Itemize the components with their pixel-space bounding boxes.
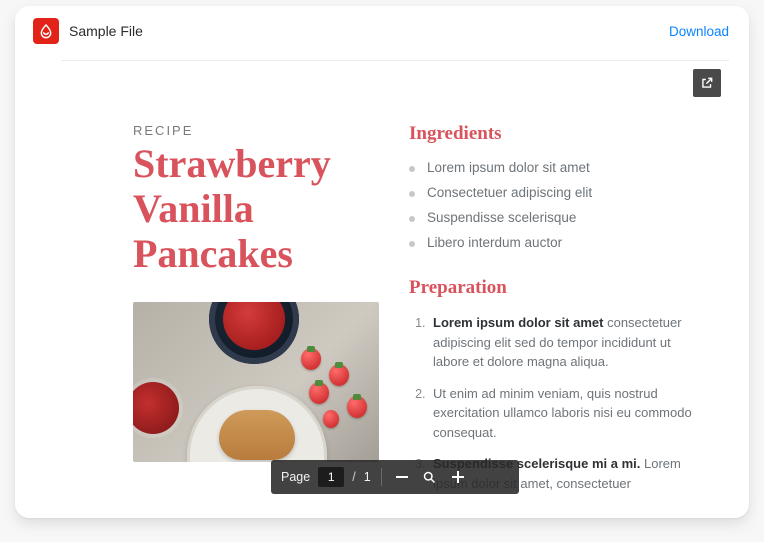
list-item: Libero interdum auctor <box>409 230 701 255</box>
download-link[interactable]: Download <box>669 24 729 39</box>
list-item: Lorem ipsum dolor sit amet consectetuer … <box>429 309 701 380</box>
recipe-eyebrow: RECIPE <box>133 123 379 138</box>
ingredients-list: Lorem ipsum dolor sit amet Consectetuer … <box>409 155 701 255</box>
recipe-title: Strawberry Vanilla Pancakes <box>133 142 379 276</box>
zoom-fill-button[interactable] <box>420 467 440 487</box>
open-external-icon <box>700 76 714 90</box>
pdf-viewer: RECIPE Strawberry Vanilla Pancakes Ingre… <box>61 60 729 500</box>
header-bar: Sample File Download <box>15 6 749 50</box>
page-separator: / <box>352 470 355 484</box>
toolbar-divider <box>381 468 382 486</box>
file-identity: Sample File <box>33 18 143 44</box>
left-column: RECIPE Strawberry Vanilla Pancakes <box>133 123 379 501</box>
zoom-out-button[interactable] <box>392 467 412 487</box>
list-item: Ut enim ad minim veniam, quis nostrud ex… <box>429 380 701 451</box>
preparation-heading: Preparation <box>409 277 701 299</box>
zoom-in-button[interactable] <box>448 467 468 487</box>
list-item: Consectetuer adipiscing elit <box>409 180 701 205</box>
document-page: RECIPE Strawberry Vanilla Pancakes Ingre… <box>61 67 729 501</box>
pdf-embed-card: Sample File Download RECIPE Strawberry V… <box>15 6 749 518</box>
page-number-input[interactable] <box>318 467 344 487</box>
step-lead: Lorem ipsum dolor sit amet <box>433 315 603 330</box>
step-text: Ut enim ad minim veniam, quis nostrud ex… <box>433 386 692 440</box>
list-item: Suspendisse scelerisque <box>409 205 701 230</box>
page-label: Page <box>281 470 310 484</box>
ingredients-heading: Ingredients <box>409 123 701 145</box>
page-toolbar: Page / 1 <box>271 460 519 494</box>
file-name: Sample File <box>69 23 143 39</box>
open-external-button[interactable] <box>693 69 721 97</box>
minus-icon <box>396 476 408 478</box>
recipe-photo <box>133 302 379 462</box>
list-item: Lorem ipsum dolor sit amet <box>409 155 701 180</box>
pdf-icon <box>33 18 59 44</box>
right-column: Ingredients Lorem ipsum dolor sit amet C… <box>409 123 701 501</box>
plus-icon <box>452 471 464 483</box>
page-total: 1 <box>364 470 371 484</box>
magnifier-icon <box>422 470 437 485</box>
